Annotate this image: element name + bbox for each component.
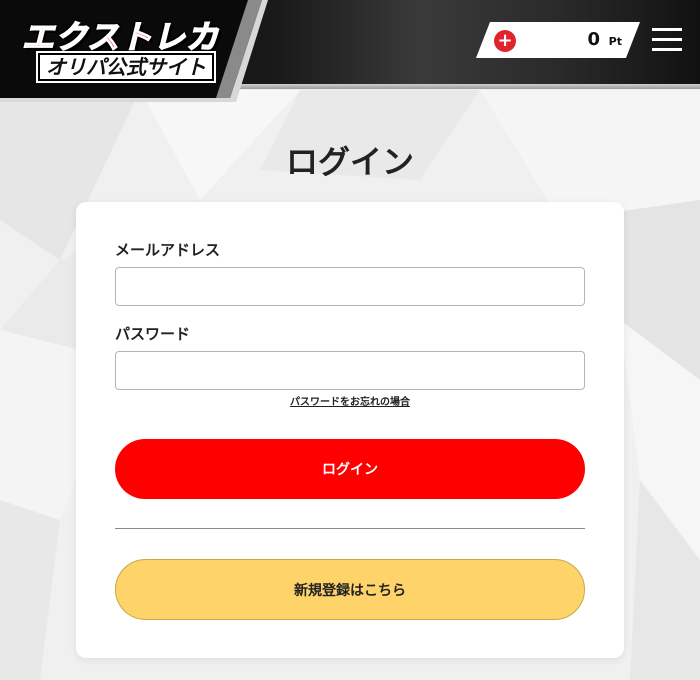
- email-label: メールアドレス: [115, 241, 221, 259]
- login-card: メールアドレス パスワード パスワードをお忘れの場合 ログイン 新規登録はこちら: [76, 202, 624, 658]
- logo[interactable]: エクストレカ オリパ公式サイト: [0, 0, 280, 102]
- logo-sub-text: オリパ公式サイト: [38, 53, 214, 81]
- page-title: ログイン: [285, 143, 414, 181]
- password-input[interactable]: [115, 351, 585, 390]
- login-button[interactable]: ログイン: [115, 439, 585, 499]
- hamburger-menu-icon[interactable]: [652, 26, 682, 52]
- password-label: パスワード: [115, 325, 191, 343]
- divider: [115, 528, 585, 529]
- menu-bar: [652, 28, 682, 31]
- email-input[interactable]: [115, 267, 585, 306]
- register-button[interactable]: 新規登録はこちら: [115, 559, 585, 620]
- points-value: 0: [587, 29, 600, 50]
- menu-bar: [652, 48, 682, 51]
- menu-bar: [652, 38, 682, 41]
- points-balance[interactable]: + 0 Pt: [476, 22, 640, 58]
- logo-main-text: エクストレカ: [21, 17, 220, 57]
- points-unit: Pt: [608, 35, 622, 48]
- add-points-icon[interactable]: +: [494, 30, 516, 52]
- forgot-password-link[interactable]: パスワードをお忘れの場合: [76, 396, 624, 410]
